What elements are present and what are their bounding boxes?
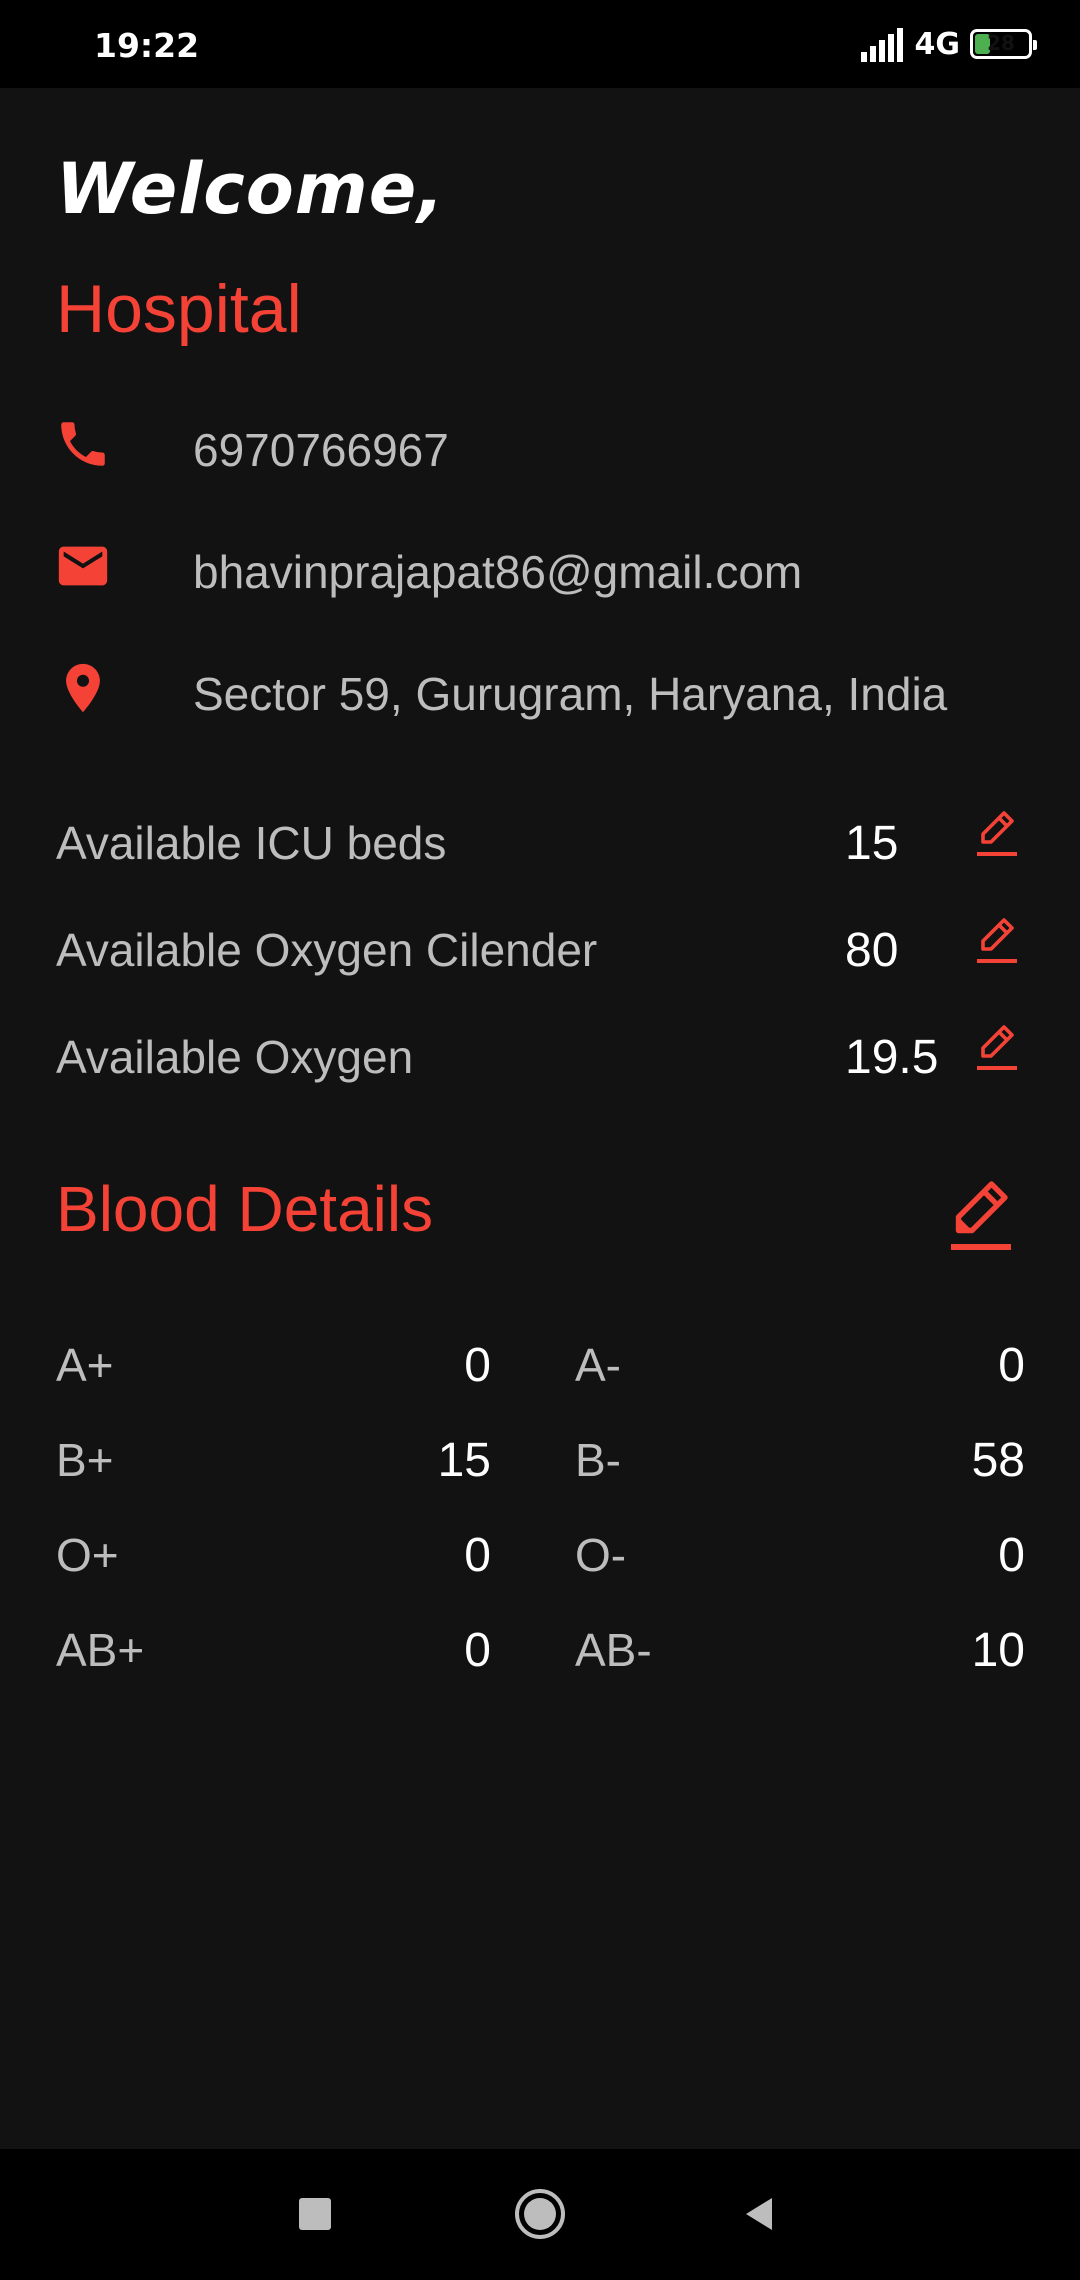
- stat-value: 80: [845, 924, 899, 977]
- system-nav-bar: [0, 2149, 1080, 2280]
- status-bar: 19:22 4G 28: [0, 0, 1080, 88]
- battery-icon: 28: [970, 29, 1037, 59]
- square-icon: [299, 2198, 331, 2230]
- pencil-edit-icon[interactable]: [972, 1022, 1022, 1078]
- stat-label: Available Oxygen: [56, 1031, 414, 1083]
- contact-phone-row[interactable]: 6970766967: [0, 405, 1080, 485]
- nav-recents-button[interactable]: [280, 2179, 350, 2249]
- blood-details-title: Blood Details: [56, 1173, 434, 1245]
- welcome-heading: Welcome,: [56, 148, 445, 230]
- triangle-back-icon: [746, 2198, 772, 2230]
- blood-row: B+ 15 B- 58: [0, 1423, 1080, 1493]
- contact-address-row[interactable]: Sector 59, Gurugram, Haryana, India: [0, 649, 1080, 729]
- status-indicators: 4G 28: [860, 24, 1037, 64]
- blood-count: 0: [464, 1529, 491, 1582]
- blood-count: 0: [998, 1339, 1025, 1392]
- blood-row: O+ 0 O- 0: [0, 1518, 1080, 1588]
- circle-icon: [515, 2189, 565, 2239]
- location-pin-icon: [66, 663, 100, 713]
- blood-type: AB+: [56, 1624, 145, 1676]
- stat-label: Available Oxygen Cilender: [56, 924, 598, 976]
- pencil-edit-icon[interactable]: [972, 808, 1022, 864]
- email-address: bhavinprajapat86@gmail.com: [193, 546, 803, 598]
- blood-type: B-: [575, 1434, 621, 1486]
- blood-row: A+ 0 A- 0: [0, 1328, 1080, 1398]
- blood-type: B+: [56, 1434, 114, 1486]
- stat-label: Available ICU beds: [56, 817, 447, 869]
- blood-type: O-: [575, 1529, 627, 1581]
- status-time: 19:22: [94, 26, 200, 65]
- blood-count: 58: [971, 1434, 1025, 1487]
- blood-type: A+: [56, 1339, 114, 1391]
- battery-percent: 28: [987, 31, 1015, 55]
- email-icon: [58, 546, 108, 586]
- pencil-edit-icon[interactable]: [944, 1178, 1018, 1256]
- stat-row-oxygen-cylinder: Available Oxygen Cilender 80: [0, 907, 1080, 987]
- nav-home-button[interactable]: [505, 2179, 575, 2249]
- pencil-edit-icon[interactable]: [972, 915, 1022, 971]
- blood-count: 0: [464, 1339, 491, 1392]
- phone-number: 6970766967: [193, 424, 449, 476]
- blood-count: 0: [998, 1529, 1025, 1582]
- address: Sector 59, Gurugram, Haryana, India: [193, 668, 948, 720]
- blood-count: 15: [437, 1434, 491, 1487]
- nav-back-button[interactable]: [725, 2179, 795, 2249]
- blood-type: A-: [575, 1339, 621, 1391]
- stat-row-oxygen: Available Oxygen 19.5: [0, 1014, 1080, 1094]
- hospital-name: Hospital: [56, 271, 302, 347]
- blood-count: 0: [464, 1624, 491, 1677]
- stat-value: 19.5: [845, 1031, 939, 1084]
- network-type: 4G: [914, 26, 961, 62]
- main-content: Welcome, Hospital 6970766967 bhavinpraja…: [0, 88, 1080, 2149]
- stat-row-icu-beds: Available ICU beds 15: [0, 800, 1080, 880]
- contact-email-row[interactable]: bhavinprajapat86@gmail.com: [0, 527, 1080, 607]
- blood-type: O+: [56, 1529, 119, 1581]
- blood-row: AB+ 0 AB- 10: [0, 1613, 1080, 1683]
- stat-value: 15: [845, 817, 899, 870]
- signal-icon: [860, 26, 905, 62]
- blood-type: AB-: [575, 1624, 652, 1676]
- blood-count: 10: [971, 1624, 1025, 1677]
- phone-icon: [61, 422, 105, 466]
